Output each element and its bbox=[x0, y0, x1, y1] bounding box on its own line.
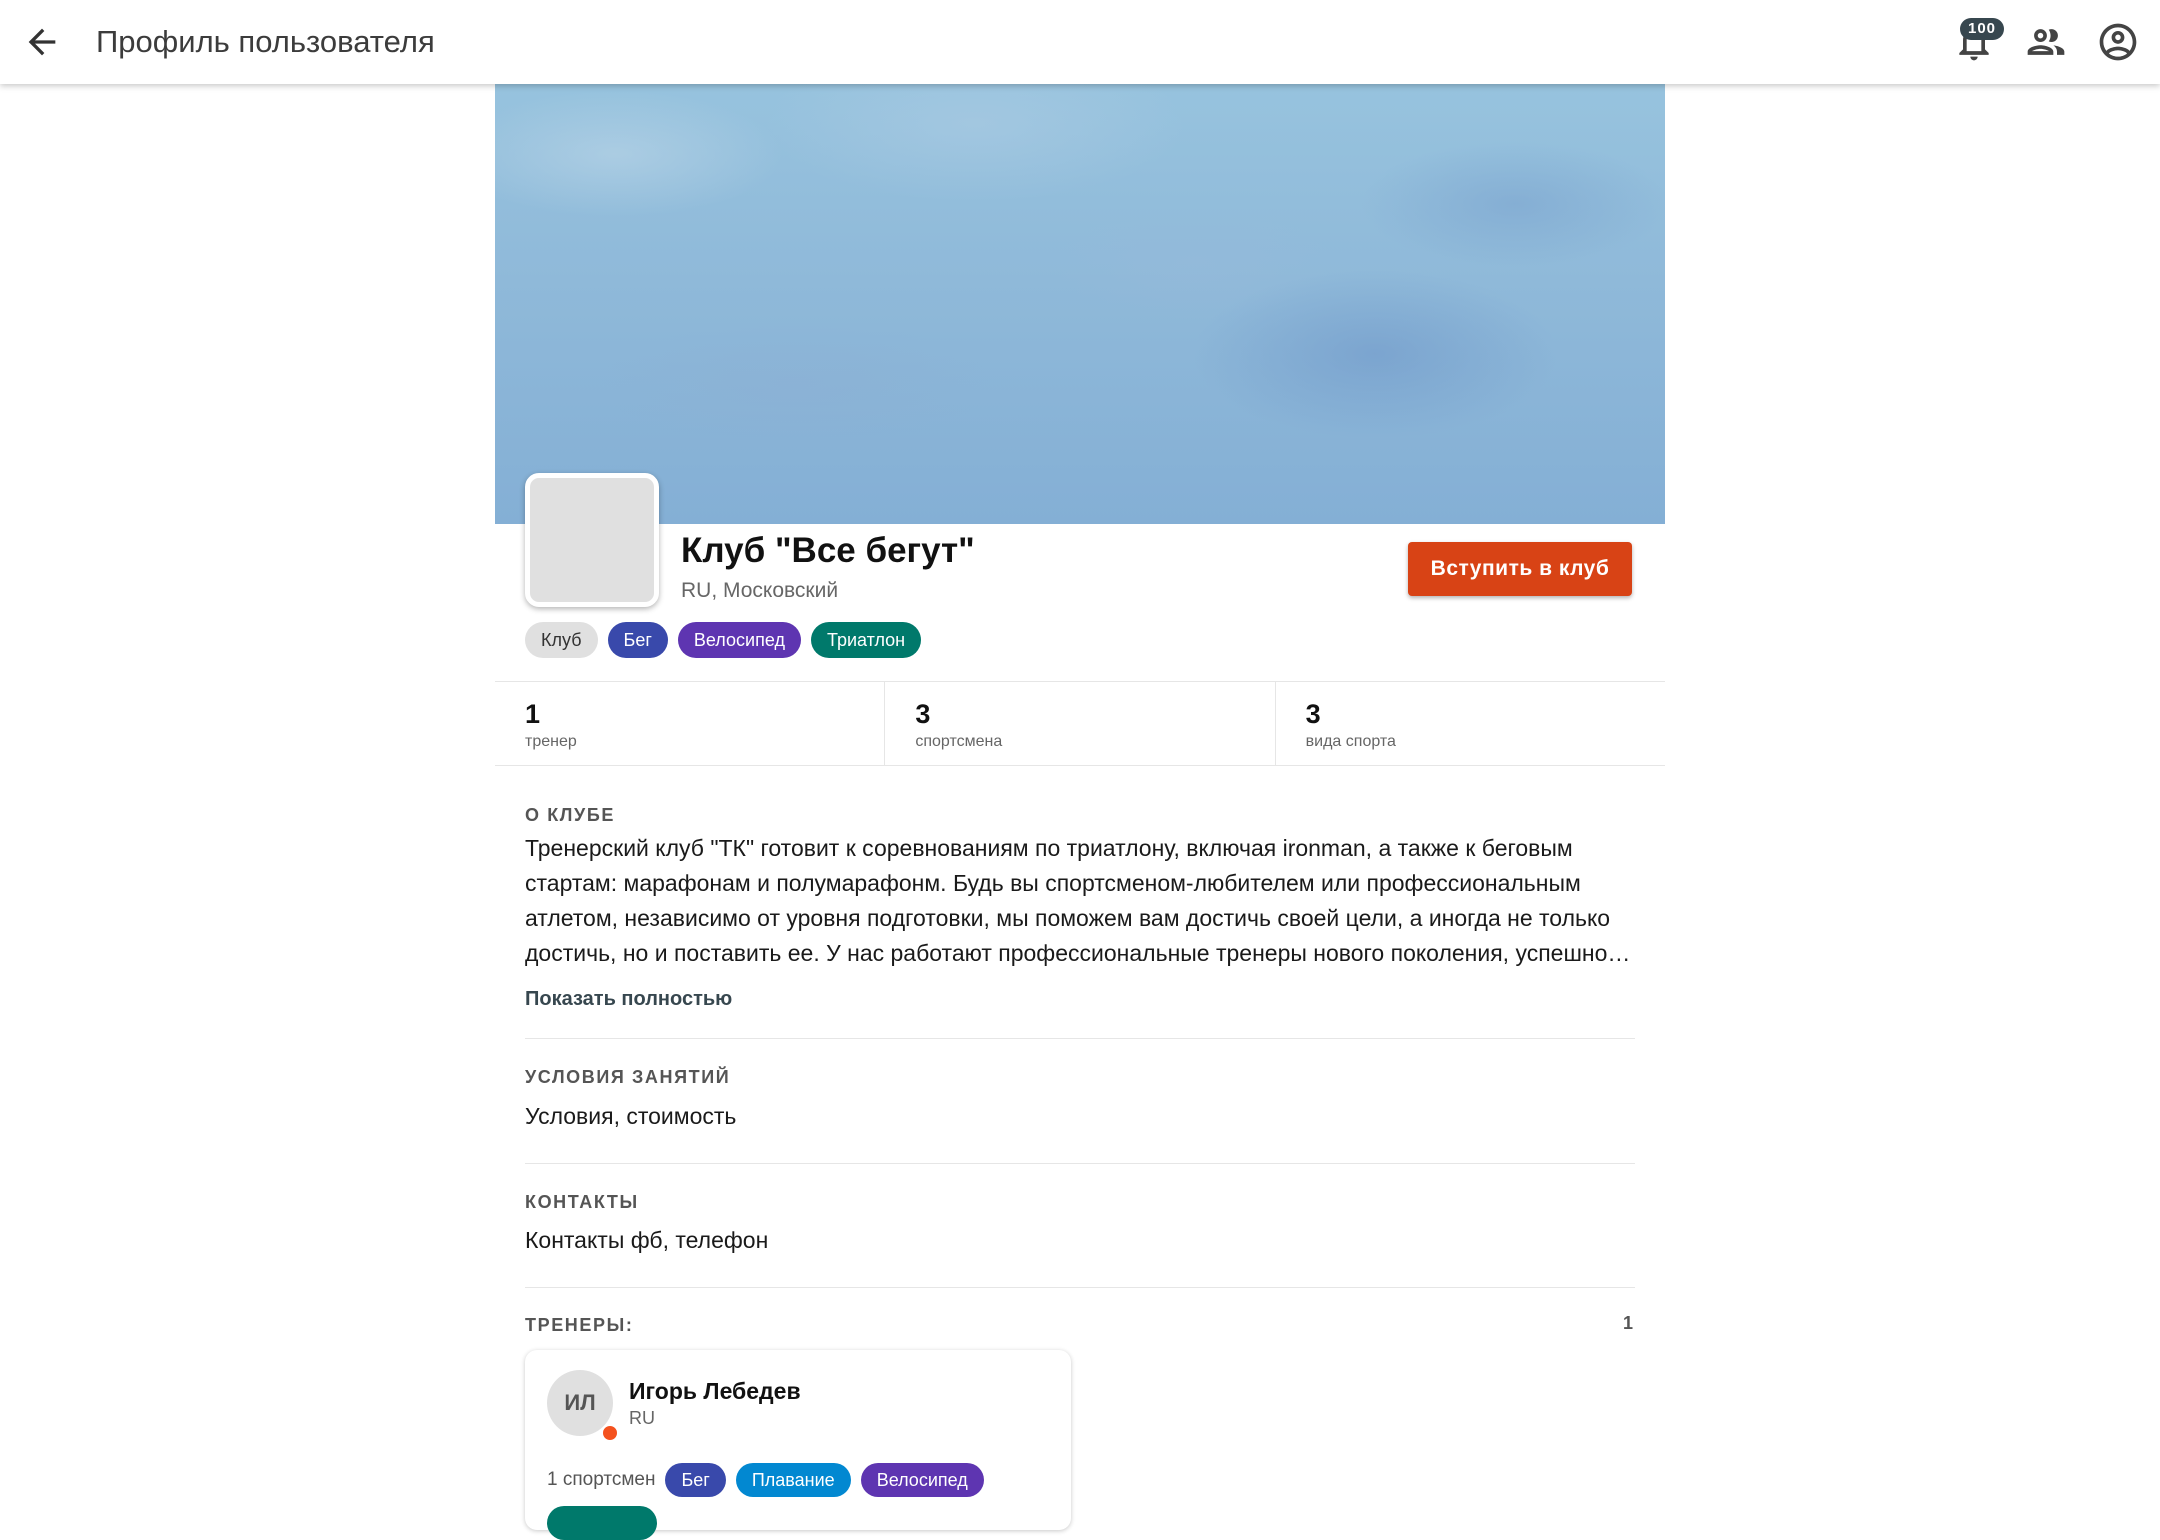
coach-tag-cycling: Велосипед bbox=[860, 1463, 984, 1497]
account-button[interactable] bbox=[2096, 20, 2140, 64]
join-club-button[interactable]: Вступить в клуб bbox=[1408, 542, 1632, 596]
friends-button[interactable] bbox=[2024, 20, 2068, 64]
arrow-back-icon bbox=[28, 28, 56, 56]
account-circle-icon bbox=[2099, 23, 2137, 61]
back-button[interactable] bbox=[20, 22, 64, 62]
coaches-title: ТРЕНЕРЫ: bbox=[525, 1315, 634, 1335]
online-status-dot bbox=[601, 1424, 619, 1442]
stat-sports[interactable]: 3 вида спорта bbox=[1276, 682, 1665, 765]
stat-label: вида спорта bbox=[1305, 733, 1396, 750]
stat-value: 1 bbox=[525, 699, 541, 729]
coach-tag-partial bbox=[547, 1506, 657, 1540]
people-icon bbox=[2027, 29, 2065, 55]
stat-value: 3 bbox=[915, 699, 931, 729]
coach-country: RU bbox=[629, 1408, 655, 1428]
divider bbox=[525, 1038, 1635, 1039]
stat-value: 3 bbox=[1305, 699, 1321, 729]
cover-image bbox=[495, 84, 1665, 524]
about-text: Тренерский клуб "ТК" готовит к соревнова… bbox=[525, 835, 1631, 966]
tag-cycling: Велосипед bbox=[677, 622, 801, 658]
stat-coaches[interactable]: 1 тренер bbox=[495, 682, 886, 765]
coach-tag-running: Бег bbox=[665, 1463, 726, 1497]
contacts-text: Контакты фб, телефон bbox=[525, 1227, 769, 1253]
club-name: Клуб "Все бегут" bbox=[681, 531, 975, 570]
coach-info-row: 1 спортсмен Бег Плавание Велосипед bbox=[547, 1462, 984, 1498]
show-more-link[interactable]: Показать полностью bbox=[525, 986, 732, 1012]
coaches-count: 1 bbox=[1623, 1313, 1634, 1333]
divider bbox=[525, 1287, 1635, 1288]
tag-club: Клуб bbox=[525, 622, 598, 658]
divider bbox=[525, 1163, 1635, 1164]
club-stats: 1 тренер 3 спортсмена 3 вида спорта bbox=[495, 681, 1665, 766]
tag-triathlon: Триатлон bbox=[810, 622, 922, 658]
club-profile: Клуб "Все бегут" RU, Московский Вступить… bbox=[495, 84, 1665, 1540]
coach-card[interactable]: ИЛ Игорь Лебедев RU 1 спортсмен Бег Плав… bbox=[525, 1350, 1071, 1540]
coach-tag-swimming: Плавание bbox=[735, 1463, 851, 1497]
club-avatar bbox=[525, 473, 659, 607]
page-title: Профиль пользователя bbox=[96, 24, 435, 59]
stat-label: тренер bbox=[525, 733, 577, 750]
club-location: RU, Московский bbox=[681, 579, 839, 602]
coach-athletes-count: 1 спортсмен bbox=[547, 1469, 656, 1490]
stat-label: спортсмена bbox=[915, 733, 1003, 750]
tag-running: Бег bbox=[607, 622, 668, 658]
notifications-count-badge: 100 bbox=[1960, 18, 2004, 40]
conditions-text: Условия, стоимость bbox=[525, 1103, 737, 1129]
contacts-title: КОНТАКТЫ bbox=[525, 1192, 639, 1212]
coach-name: Игорь Лебедев bbox=[629, 1378, 801, 1404]
conditions-title: УСЛОВИЯ ЗАНЯТИЙ bbox=[525, 1067, 731, 1087]
about-title: О КЛУБЕ bbox=[525, 805, 615, 825]
app-bar: Профиль пользователя 100 bbox=[0, 0, 2160, 84]
stat-athletes[interactable]: 3 спортсмена bbox=[885, 682, 1276, 765]
club-tags: Клуб Бег Велосипед Триатлон bbox=[525, 622, 922, 658]
